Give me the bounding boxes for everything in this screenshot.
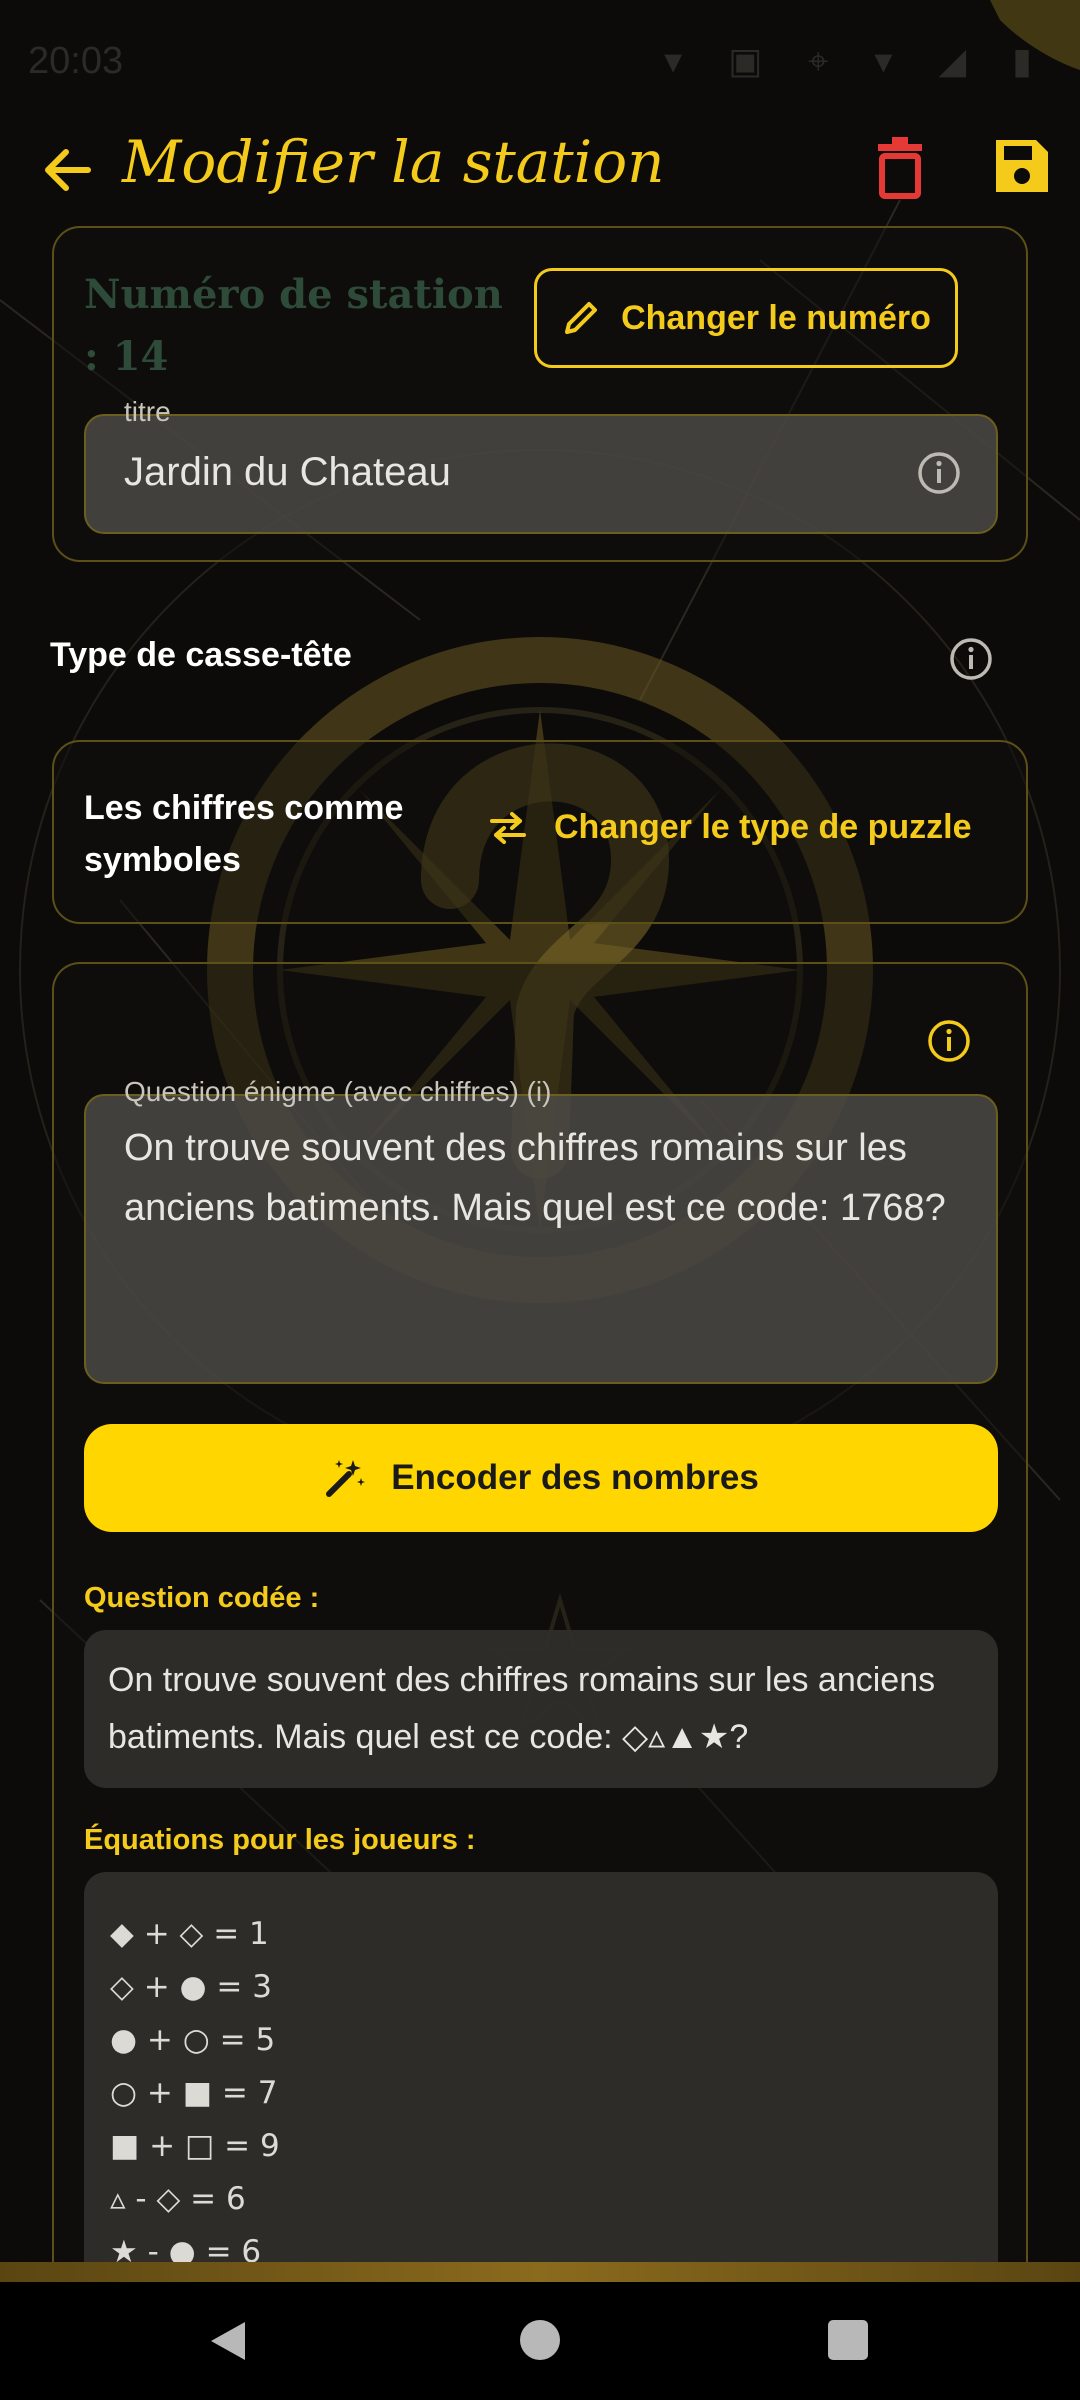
coded-question-box: On trouve souvent des chiffres romains s…	[84, 1630, 998, 1788]
delete-button[interactable]	[870, 134, 930, 204]
title-field[interactable]: Jardin du Chateau	[84, 414, 998, 534]
save-icon	[996, 140, 1048, 192]
station-card: Numéro de station : 14 Changer le numéro…	[52, 226, 1028, 562]
status-bar: 20:03 ▾ ▣ ⌖ ▾ ◢ ▮	[0, 0, 1080, 120]
change-puzzle-type-button[interactable]: Changer le type de puzzle	[488, 808, 972, 847]
page-title: Modifier la station	[122, 128, 665, 196]
change-number-label: Changer le numéro	[621, 298, 931, 337]
title-field-label: titre	[124, 396, 171, 427]
magic-wand-icon	[326, 1460, 366, 1497]
equations-list: ◆ + ◇ = 1 ◇ + ● = 3 ● + ○ = 5 ○ + ■ = 7 …	[110, 1908, 280, 2279]
title-value: Jardin du Chateau	[124, 450, 451, 494]
equation-item: ■ + □ = 9	[110, 2128, 280, 2164]
encode-numbers-button[interactable]: Encoder des nombres	[84, 1424, 998, 1532]
equation-item: ◇ + ● = 3	[110, 1969, 272, 2005]
change-number-button[interactable]: Changer le numéro	[534, 268, 958, 368]
coded-question-value: On trouve souvent des chiffres romains s…	[108, 1661, 936, 1756]
info-icon[interactable]	[948, 636, 994, 682]
puzzle-card: On trouve souvent des chiffres romains s…	[52, 962, 1028, 2372]
puzzle-type-value: Les chiffres comme symboles	[84, 789, 404, 879]
question-value: On trouve souvent des chiffres romains s…	[124, 1127, 946, 1229]
equation-item: ◆ + ◇ = 1	[110, 1916, 269, 1952]
info-icon[interactable]	[916, 450, 962, 496]
arrow-left-icon	[45, 149, 91, 191]
trash-icon	[878, 137, 922, 199]
back-button[interactable]	[36, 138, 100, 202]
nav-home-icon[interactable]	[520, 2320, 560, 2360]
pencil-icon	[565, 302, 598, 334]
encode-numbers-label: Encoder des nombres	[391, 1458, 759, 1497]
save-button[interactable]	[990, 134, 1054, 198]
bottom-decor-strip	[0, 2262, 1080, 2282]
status-icons: ▾ ▣ ⌖ ▾ ◢ ▮	[664, 40, 1050, 81]
nav-recents-icon[interactable]	[828, 2320, 868, 2360]
status-time: 20:03	[28, 40, 124, 82]
info-icon[interactable]	[926, 1018, 972, 1064]
coded-question-label: Question codée :	[84, 1582, 320, 1614]
nav-back-icon[interactable]	[205, 2318, 251, 2364]
change-puzzle-type-label: Changer le type de puzzle	[554, 808, 972, 846]
equation-item: ● + ○ = 5	[110, 2022, 276, 2058]
equation-item: ▵ - ◇ = 6	[110, 2181, 246, 2217]
puzzle-type-label: Type de casse-tête	[50, 636, 352, 674]
question-field-label: Question énigme (avec chiffres) (i)	[124, 1076, 552, 1107]
question-field[interactable]: On trouve souvent des chiffres romains s…	[84, 1094, 998, 1384]
station-number-label: Numéro de station : 14	[84, 271, 503, 380]
puzzle-type-card: Les chiffres comme symboles Changer le t…	[52, 740, 1028, 924]
app-bar: Modifier la station	[0, 120, 1080, 220]
system-nav-bar	[0, 2282, 1080, 2400]
equation-item: ○ + ■ = 7	[110, 2075, 278, 2111]
equations-label: Équations pour les joueurs :	[84, 1824, 476, 1856]
swap-icon	[490, 811, 526, 844]
